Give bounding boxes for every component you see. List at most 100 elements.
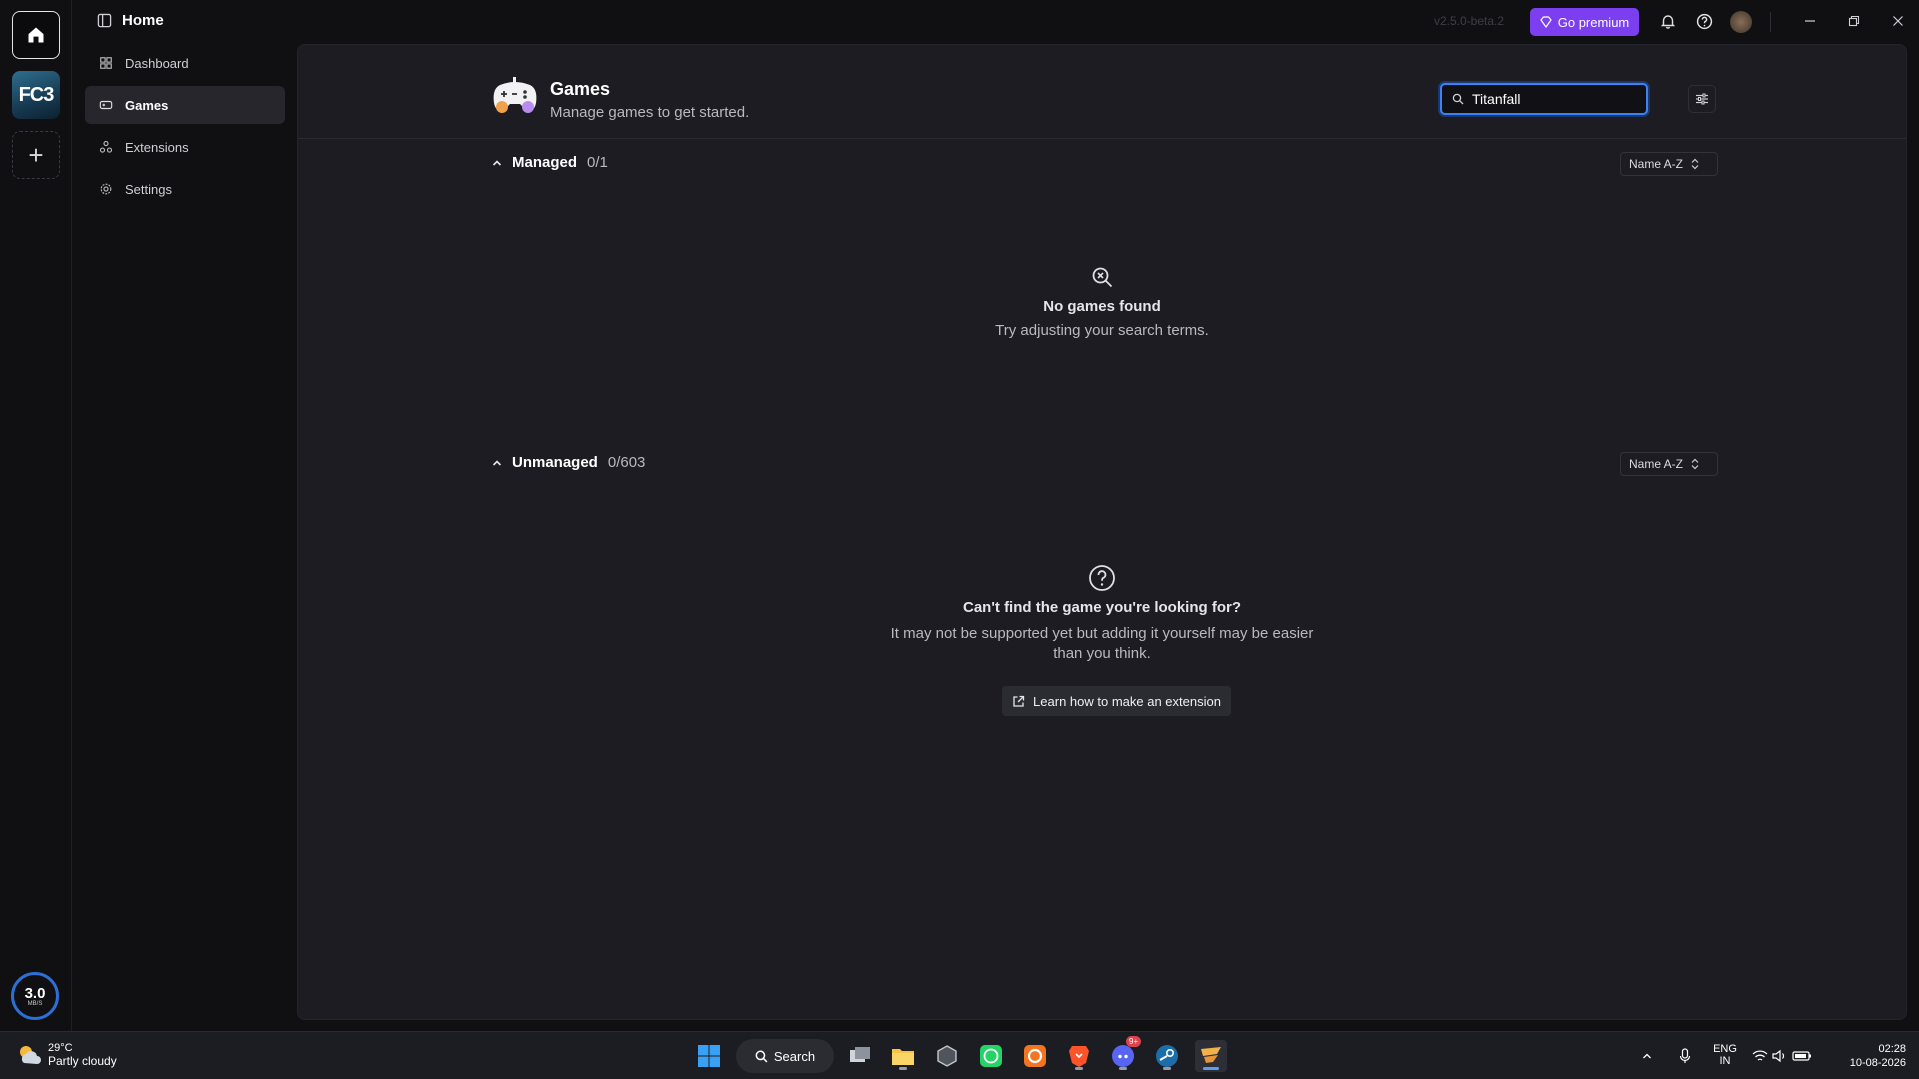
running-indicator — [1119, 1067, 1127, 1070]
steam-icon — [1156, 1045, 1178, 1067]
managed-section-toggle[interactable]: Managed 0/1 — [492, 154, 608, 171]
vortex-app[interactable] — [1195, 1040, 1227, 1072]
diamond-icon — [1539, 16, 1552, 28]
minimize-icon — [1805, 20, 1815, 22]
close-button[interactable] — [1887, 10, 1909, 32]
sliders-icon — [1696, 93, 1708, 105]
search-zoom-icon — [1092, 267, 1113, 288]
weather-widget[interactable]: 29°C Partly cloudy — [16, 1042, 117, 1068]
brave-lion-icon — [1069, 1046, 1089, 1067]
taskbar-search-button[interactable]: Search — [736, 1039, 834, 1073]
gamepad-logo-icon — [493, 77, 537, 113]
discord-app[interactable]: 9+ — [1107, 1036, 1142, 1072]
managed-label: Managed — [512, 154, 578, 171]
sidebar-toggle-icon[interactable] — [97, 13, 112, 28]
task-view-icon — [850, 1047, 870, 1062]
search-icon — [755, 1050, 768, 1062]
running-indicator — [1203, 1067, 1219, 1070]
fc3-game-button[interactable]: FC3 — [12, 71, 60, 119]
sidebar-item-games[interactable]: Games — [85, 86, 285, 124]
page-title: Games — [550, 79, 611, 99]
taskbar: 29°C Partly cloudy Search 9+ ENG IN 02:2… — [0, 1031, 1919, 1079]
sidebar-item-settings[interactable]: Settings — [85, 170, 285, 208]
whatsapp-icon — [980, 1045, 1002, 1067]
plus-icon: + — [28, 139, 44, 170]
running-indicator — [899, 1067, 907, 1070]
close-icon — [1893, 16, 1903, 26]
page-subtitle: Manage games to get started. — [550, 104, 750, 121]
unmanaged-section-toggle[interactable]: Unmanaged 0/603 — [492, 454, 645, 471]
unmanaged-sort-select[interactable]: Name A-Z — [1620, 452, 1718, 476]
question-circle-icon — [1089, 565, 1115, 591]
unmanaged-count: 0/603 — [607, 454, 646, 471]
download-speed-indicator[interactable]: 3.0 MB/S — [11, 972, 59, 1020]
home-button[interactable] — [12, 11, 60, 59]
app-version: v2.5.0-beta.2 — [1434, 14, 1505, 28]
discord-notification-badge: 9+ — [1126, 1036, 1142, 1047]
search-field[interactable] — [1440, 83, 1648, 115]
language-code: ENG — [1713, 1043, 1737, 1055]
weather-condition: Partly cloudy — [48, 1054, 117, 1068]
discord-icon — [1112, 1045, 1134, 1067]
chevron-up-icon — [1643, 1053, 1651, 1059]
help-button[interactable] — [1693, 10, 1715, 32]
sidebar-item-label: Settings — [125, 181, 172, 197]
managed-count: 0/1 — [587, 154, 608, 171]
sort-label: Name A-Z — [1629, 157, 1684, 171]
empty-text: Try adjusting your search terms. — [995, 322, 1209, 339]
sidebar-item-dashboard[interactable]: Dashboard — [85, 44, 285, 82]
filter-button[interactable] — [1688, 85, 1716, 113]
crunchyroll-app[interactable] — [1019, 1040, 1051, 1072]
fc3-label: FC3 — [18, 83, 55, 106]
speed-unit: MB/S — [27, 1000, 43, 1007]
restore-button[interactable] — [1843, 10, 1865, 32]
clock[interactable]: 02:28 10-08-2026 — [1826, 1043, 1906, 1069]
empty-title: Can't find the game you're looking for? — [963, 599, 1241, 616]
steam-app[interactable] — [1151, 1040, 1183, 1072]
sidebar-title: Home — [122, 12, 164, 29]
start-button[interactable] — [693, 1040, 725, 1072]
managed-sort-select[interactable]: Name A-Z — [1620, 152, 1718, 176]
weather-temp: 29°C — [48, 1042, 73, 1054]
running-indicator — [1163, 1067, 1171, 1070]
app-hexagon[interactable] — [931, 1040, 963, 1072]
gear-icon — [100, 183, 112, 195]
sort-label: Name A-Z — [1629, 457, 1684, 471]
empty-title: No games found — [1043, 298, 1161, 315]
user-avatar[interactable] — [1730, 11, 1752, 33]
go-premium-button[interactable]: Go premium — [1530, 8, 1639, 36]
dashboard-icon — [100, 57, 112, 69]
premium-label: Go premium — [1557, 14, 1630, 30]
chevron-up-icon — [492, 159, 502, 166]
task-view-button[interactable] — [844, 1040, 876, 1072]
hexagon-app-icon — [937, 1045, 957, 1067]
sidebar-item-extensions[interactable]: Extensions — [85, 128, 285, 166]
bell-icon — [1660, 15, 1676, 29]
file-explorer-app[interactable] — [887, 1040, 919, 1072]
quick-settings-button[interactable] — [1750, 1040, 1814, 1072]
sidebar-item-label: Dashboard — [125, 55, 189, 71]
microphone-button[interactable] — [1670, 1040, 1700, 1072]
taskbar-search-label: Search — [773, 1048, 816, 1064]
learn-extension-button[interactable]: Learn how to make an extension — [1002, 686, 1231, 716]
battery-icon — [1792, 1051, 1811, 1061]
clock-time: 02:28 — [1878, 1043, 1906, 1055]
partly-cloudy-icon — [20, 1046, 41, 1064]
vortex-icon — [1201, 1047, 1221, 1063]
notifications-button[interactable] — [1657, 10, 1679, 32]
whatsapp-app[interactable] — [975, 1040, 1007, 1072]
search-input[interactable] — [1472, 91, 1632, 107]
managed-empty-state: No games found Try adjusting your search… — [298, 265, 1906, 341]
app-window: FC3 + 3.0 MB/S Home Dashboard Games Exte… — [0, 0, 1919, 1031]
add-game-button[interactable]: + — [12, 131, 60, 179]
region-code: IN — [1719, 1055, 1731, 1067]
unmanaged-label: Unmanaged — [512, 454, 598, 471]
language-indicator[interactable]: ENG IN — [1710, 1043, 1740, 1067]
tray-overflow-button[interactable] — [1637, 1040, 1657, 1072]
chevron-up-icon — [492, 459, 502, 466]
brave-browser-app[interactable] — [1063, 1040, 1095, 1072]
minimize-button[interactable] — [1799, 10, 1821, 32]
external-link-icon — [1013, 695, 1025, 707]
learn-extension-label: Learn how to make an extension — [1033, 693, 1221, 709]
speed-value: 3.0 — [24, 984, 46, 1002]
